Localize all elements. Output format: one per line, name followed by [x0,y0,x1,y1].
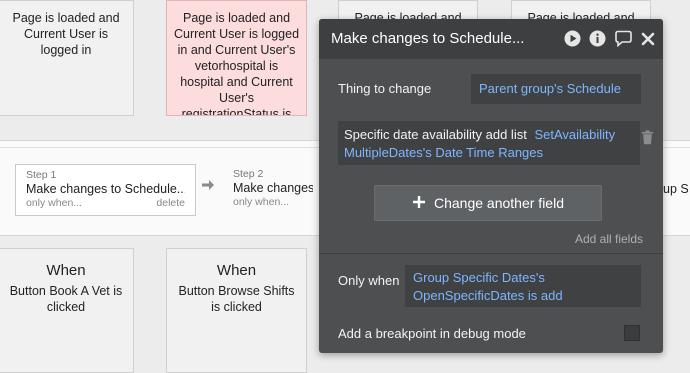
close-icon[interactable] [641,32,655,51]
step-name: Make changes to Schedule... [26,182,185,196]
plus-icon [412,195,426,212]
play-icon[interactable] [564,30,581,52]
step-condition: only when... [26,197,83,209]
event-card-text: Page is loaded and Current User is logge… [173,11,300,116]
field-value-part-2[interactable]: MultipleDates's Date Time Ranges [344,145,543,160]
workflow-step-1[interactable]: Step 1 Make changes to Schedule... only … [15,164,196,216]
thing-to-change-label: Thing to change [338,81,432,96]
breakpoint-checkbox[interactable] [624,325,640,341]
event-card-1[interactable]: Page is loaded and Current User is logge… [0,0,134,116]
change-another-field-label: Change another field [434,195,564,211]
field-change-row[interactable]: Specific date availability add list SetA… [338,121,640,165]
arrow-right-icon [201,178,215,197]
change-another-field-button[interactable]: Change another field [374,185,602,221]
only-when-field[interactable]: Group Specific Dates's OpenSpecificDates… [405,265,641,307]
panel-header: Make changes to Schedule... [319,19,663,59]
step-condition: only when... [233,196,290,208]
field-name: Specific date availability add list [344,127,527,142]
event-when-label: When [46,262,86,279]
only-when-label: Only when [338,273,400,288]
step-partial-text: up S [663,182,689,196]
thing-to-change-field[interactable]: Parent group's Schedule [471,74,641,104]
event-card-5[interactable]: When Button Book A Vet is clicked [0,248,134,373]
property-editor-panel: Make changes to Schedule... Thing to cha… [319,19,663,353]
step-label: Step 1 [26,169,57,181]
event-card-6[interactable]: When Button Browse Shifts is clicked [166,248,307,373]
workflow-step-2[interactable]: Step 2 Make changes t only when... [223,164,323,216]
info-icon[interactable] [589,30,606,52]
event-description: Button Browse Shifts is clicked [178,284,295,314]
panel-divider [319,253,663,254]
only-when-value-part-1: Group Specific Dates's [413,270,545,285]
only-when-value-part-2: OpenSpecificDates is add [413,288,563,303]
panel-title: Make changes to Schedule... [331,30,525,47]
add-all-fields-link[interactable]: Add all fields [575,232,643,246]
trash-icon[interactable] [641,130,654,150]
event-card-text: Page is loaded and Current User is logge… [12,11,120,57]
event-card-2[interactable]: Page is loaded and Current User is logge… [166,0,307,116]
step-name: Make changes t [233,181,313,195]
field-value-part-1[interactable]: SetAvailability [534,127,615,142]
breakpoint-label: Add a breakpoint in debug mode [338,326,526,341]
step-delete-link[interactable]: delete [156,197,185,209]
comment-icon[interactable] [614,30,633,52]
event-when-label: When [216,262,257,279]
step-label: Step 2 [233,168,264,180]
event-description: Button Book A Vet is clicked [9,284,123,314]
